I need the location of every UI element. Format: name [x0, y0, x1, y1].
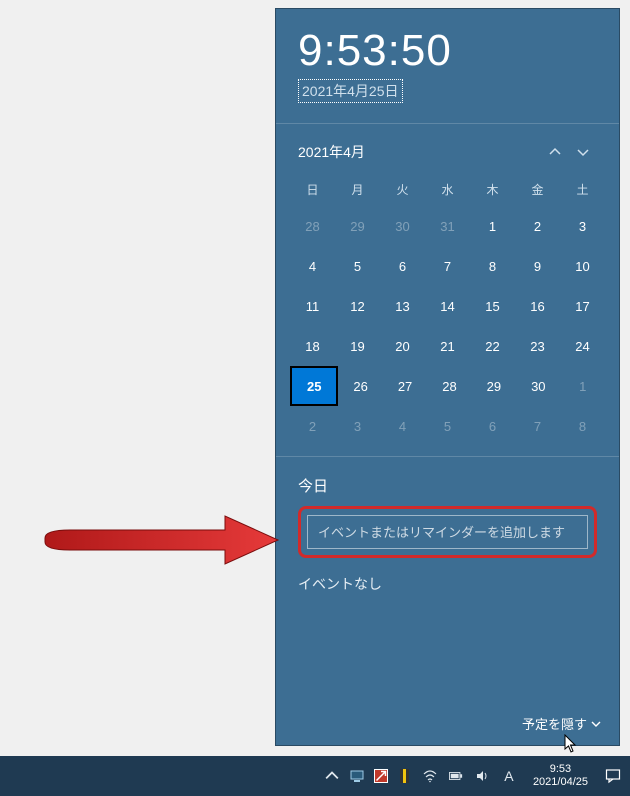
calendar-day[interactable]: 16: [515, 286, 560, 326]
calendar-day[interactable]: 6: [380, 246, 425, 286]
hide-agenda-label: 予定を隠す: [522, 714, 587, 733]
calendar-day[interactable]: 17: [560, 286, 605, 326]
calendar-day[interactable]: 24: [560, 326, 605, 366]
prev-month-button[interactable]: [541, 138, 569, 166]
weekday-cell: 水: [425, 172, 470, 206]
taskbar: A 9:53 2021/04/25: [0, 756, 630, 796]
calendar-day-today[interactable]: 25: [290, 366, 338, 406]
calendar-day[interactable]: 22: [470, 326, 515, 366]
clock-time: 9:53:50: [298, 29, 597, 73]
calendar-week-row: 28293031123: [290, 206, 605, 246]
calendar-day[interactable]: 14: [425, 286, 470, 326]
calendar-day[interactable]: 4: [290, 246, 335, 286]
calendar-grid: 日月火水木金土 28293031123456789101112131415161…: [276, 172, 619, 446]
agenda-section: 今日 イベントなし: [276, 457, 619, 714]
notification-icon: [605, 768, 621, 784]
weekday-cell: 金: [515, 172, 560, 206]
calendar-day[interactable]: 4: [380, 406, 425, 446]
calendar-day[interactable]: 11: [290, 286, 335, 326]
calendar-day[interactable]: 8: [560, 406, 605, 446]
calendar-day[interactable]: 18: [290, 326, 335, 366]
calendar-day[interactable]: 13: [380, 286, 425, 326]
calendar-day[interactable]: 5: [425, 406, 470, 446]
calendar-day[interactable]: 7: [425, 246, 470, 286]
weekday-cell: 火: [380, 172, 425, 206]
clock-block: 9:53:50 2021年4月25日: [276, 9, 619, 113]
calendar-day[interactable]: 6: [470, 406, 515, 446]
calendar-day[interactable]: 1: [561, 366, 605, 406]
wifi-icon: [423, 769, 437, 783]
add-event-input[interactable]: [307, 515, 588, 549]
tray-overflow-button[interactable]: [323, 756, 341, 796]
chevron-down-icon: [577, 146, 589, 158]
chevron-up-icon: [549, 146, 561, 158]
annotation-arrow: [40, 510, 280, 570]
calendar-day[interactable]: 26: [338, 366, 382, 406]
weekday-cell: 土: [560, 172, 605, 206]
taskbar-date: 2021/04/25: [533, 776, 588, 789]
calendar-week-row: 45678910: [290, 246, 605, 286]
calendar-day[interactable]: 10: [560, 246, 605, 286]
tray-app-icon[interactable]: [397, 756, 413, 796]
clock-date-link[interactable]: 2021年4月25日: [298, 79, 403, 103]
battery-icon[interactable]: [447, 756, 465, 796]
action-center-button[interactable]: [602, 768, 624, 784]
calendar-day[interactable]: 28: [290, 206, 335, 246]
ime-indicator[interactable]: A: [499, 756, 519, 796]
weekday-cell: 木: [470, 172, 515, 206]
chevron-down-icon: [591, 719, 601, 729]
calendar-day[interactable]: 2: [290, 406, 335, 446]
calendar-day[interactable]: 5: [335, 246, 380, 286]
calendar-week-row: 11121314151617: [290, 286, 605, 326]
month-label[interactable]: 2021年4月: [298, 142, 541, 162]
calendar-day[interactable]: 23: [515, 326, 560, 366]
taskbar-clock[interactable]: 9:53 2021/04/25: [527, 763, 594, 789]
taskbar-time: 9:53: [533, 763, 588, 776]
calendar-day[interactable]: 31: [425, 206, 470, 246]
calendar-day[interactable]: 30: [380, 206, 425, 246]
app-icon: [403, 769, 406, 783]
weekday-cell: 月: [335, 172, 380, 206]
annotation-highlight: [298, 506, 597, 558]
tray-app-icon[interactable]: [373, 756, 389, 796]
weekday-cell: 日: [290, 172, 335, 206]
calendar-week-row: 2345678: [290, 406, 605, 446]
calendar-day[interactable]: 15: [470, 286, 515, 326]
volume-icon[interactable]: [473, 756, 491, 796]
monitor-icon: [350, 769, 364, 783]
calendar-header: 2021年4月: [276, 124, 619, 172]
calendar-day[interactable]: 7: [515, 406, 560, 446]
tray-app-icon[interactable]: [349, 756, 365, 796]
system-tray: A 9:53 2021/04/25: [323, 756, 624, 796]
calendar-day[interactable]: 30: [516, 366, 560, 406]
calendar-day[interactable]: 9: [515, 246, 560, 286]
calendar-day[interactable]: 19: [335, 326, 380, 366]
calendar-day[interactable]: 27: [383, 366, 427, 406]
calendar-day[interactable]: 1: [470, 206, 515, 246]
network-icon[interactable]: [421, 756, 439, 796]
calendar-day[interactable]: 3: [335, 406, 380, 446]
calendar-day[interactable]: 29: [472, 366, 516, 406]
no-events-label: イベントなし: [298, 574, 597, 594]
calendar-day[interactable]: 12: [335, 286, 380, 326]
weekday-row: 日月火水木金土: [290, 172, 605, 206]
calendar-flyout: 9:53:50 2021年4月25日 2021年4月 日月火水木金土 28293…: [275, 8, 620, 746]
hide-agenda-button[interactable]: 予定を隠す: [276, 714, 619, 745]
calendar-day[interactable]: 3: [560, 206, 605, 246]
speaker-icon: [475, 769, 489, 783]
calendar-day[interactable]: 20: [380, 326, 425, 366]
app-icon: [374, 769, 388, 783]
calendar-day[interactable]: 8: [470, 246, 515, 286]
calendar-day[interactable]: 28: [427, 366, 471, 406]
calendar-week-row: 18192021222324: [290, 326, 605, 366]
calendar-day[interactable]: 2: [515, 206, 560, 246]
next-month-button[interactable]: [569, 138, 597, 166]
calendar-day[interactable]: 21: [425, 326, 470, 366]
chevron-up-icon: [325, 769, 339, 783]
calendar-week-row: 2526272829301: [290, 366, 605, 406]
calendar-day[interactable]: 29: [335, 206, 380, 246]
agenda-title: 今日: [298, 475, 597, 496]
battery-icon: [449, 769, 463, 783]
